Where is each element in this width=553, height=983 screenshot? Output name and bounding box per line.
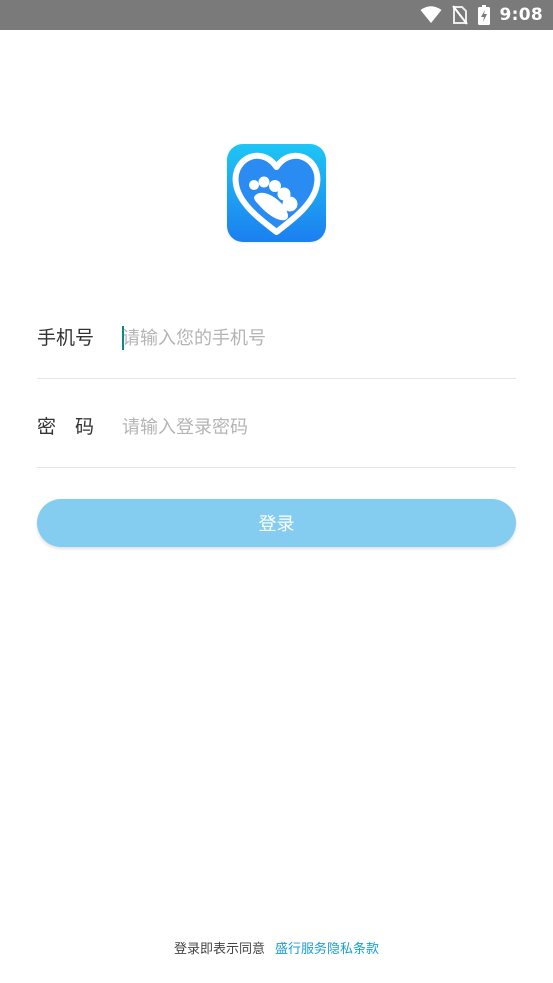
no-sim-icon — [451, 5, 468, 25]
password-label: 密 码 — [37, 416, 95, 438]
phone-input[interactable] — [122, 308, 512, 368]
password-divider — [37, 467, 516, 468]
phone-label: 手机号 — [37, 327, 95, 349]
login-button[interactable]: 登录 — [37, 499, 516, 547]
password-input[interactable] — [122, 397, 512, 457]
status-time: 9:08 — [499, 5, 543, 25]
battery-charging-icon — [477, 5, 490, 25]
text-caret — [122, 326, 124, 350]
password-row: 密 码 — [37, 397, 516, 457]
agreement: 登录即表示同意 盛行服务隐私条款 — [0, 938, 553, 957]
status-icons: 9:08 — [420, 0, 543, 30]
privacy-terms-link[interactable]: 盛行服务隐私条款 — [275, 942, 379, 957]
status-bar: 9:08 — [0, 0, 553, 30]
phone-row: 手机号 — [37, 308, 516, 368]
agreement-text: 登录即表示同意 — [173, 942, 265, 957]
heart-footprint-logo-icon — [227, 144, 326, 242]
wifi-icon — [420, 6, 442, 23]
phone-divider — [37, 378, 516, 379]
app-logo — [227, 144, 326, 242]
login-screen: 9:08 手机号 密 码 登录 — [0, 0, 553, 983]
